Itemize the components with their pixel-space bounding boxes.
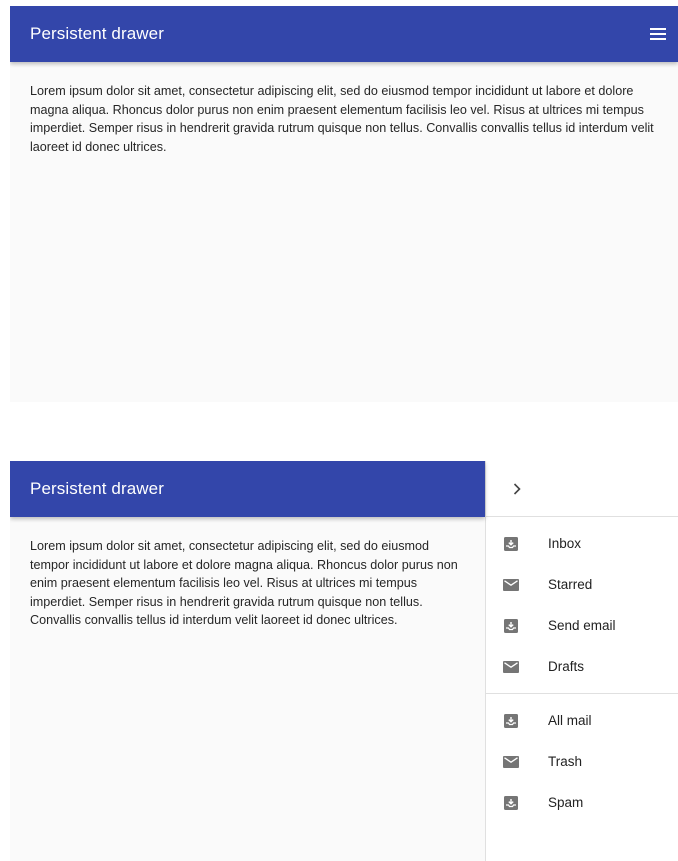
drawer-item-label: Send email: [548, 618, 616, 633]
content-paragraph: Lorem ipsum dolor sit amet, consectetur …: [30, 539, 458, 627]
app-title: Persistent drawer: [30, 479, 164, 498]
chevron-right-icon: [513, 482, 521, 495]
demo-drawer-closed: Persistent drawer Lorem ipsum dolor sit …: [10, 6, 678, 402]
move-to-inbox-icon: [502, 794, 520, 812]
drawer-item-starred[interactable]: Starred: [486, 564, 678, 605]
move-to-inbox-icon: [502, 712, 520, 730]
drawer-item-spam[interactable]: Spam: [486, 782, 678, 823]
content-paragraph: Lorem ipsum dolor sit amet, consectetur …: [30, 84, 654, 154]
app-bar: Persistent drawer: [10, 461, 485, 517]
hamburger-menu-icon: [650, 28, 666, 40]
drawer-secondary-list: All mail Trash Spam: [486, 693, 678, 829]
persistent-drawer: Inbox Starred Send email Drafts All mail…: [485, 461, 678, 861]
demo-drawer-open: Persistent drawer Lorem ipsum dolor sit …: [10, 461, 678, 861]
mail-icon: [502, 658, 520, 676]
app-title: Persistent drawer: [30, 24, 164, 43]
drawer-item-label: Drafts: [548, 659, 585, 674]
mail-icon: [502, 576, 520, 594]
move-to-inbox-icon: [502, 535, 520, 553]
drawer-item-label: Spam: [548, 795, 584, 810]
drawer-item-trash[interactable]: Trash: [486, 741, 678, 782]
move-to-inbox-icon: [502, 617, 520, 635]
main-content: Lorem ipsum dolor sit amet, consectetur …: [10, 517, 485, 650]
drawer-item-drafts[interactable]: Drafts: [486, 646, 678, 687]
drawer-header: [486, 461, 678, 517]
mail-icon: [502, 753, 520, 771]
drawer-primary-list: Inbox Starred Send email Drafts: [486, 517, 678, 693]
drawer-item-all-mail[interactable]: All mail: [486, 700, 678, 741]
drawer-item-send-email[interactable]: Send email: [486, 605, 678, 646]
drawer-item-label: Trash: [548, 754, 583, 769]
main-content: Lorem ipsum dolor sit amet, consectetur …: [10, 62, 678, 176]
close-drawer-button[interactable]: [508, 480, 526, 498]
open-drawer-button[interactable]: [646, 22, 670, 46]
drawer-item-label: All mail: [548, 713, 592, 728]
drawer-item-inbox[interactable]: Inbox: [486, 523, 678, 564]
drawer-item-label: Inbox: [548, 536, 582, 551]
app-bar: Persistent drawer: [10, 6, 678, 62]
drawer-item-label: Starred: [548, 577, 593, 592]
